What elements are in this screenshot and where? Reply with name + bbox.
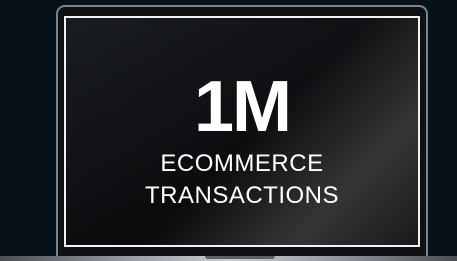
laptop-screen: 1M ECOMMERCE TRANSACTIONS (64, 16, 420, 247)
stat-panel: 1M ECOMMERCE TRANSACTIONS (66, 18, 418, 245)
stat-label-line-1: ECOMMERCE (160, 150, 324, 177)
stat-label-line-2: TRANSACTIONS (144, 182, 339, 209)
stat-value: 1M (193, 67, 292, 147)
laptop-notch (205, 256, 275, 259)
